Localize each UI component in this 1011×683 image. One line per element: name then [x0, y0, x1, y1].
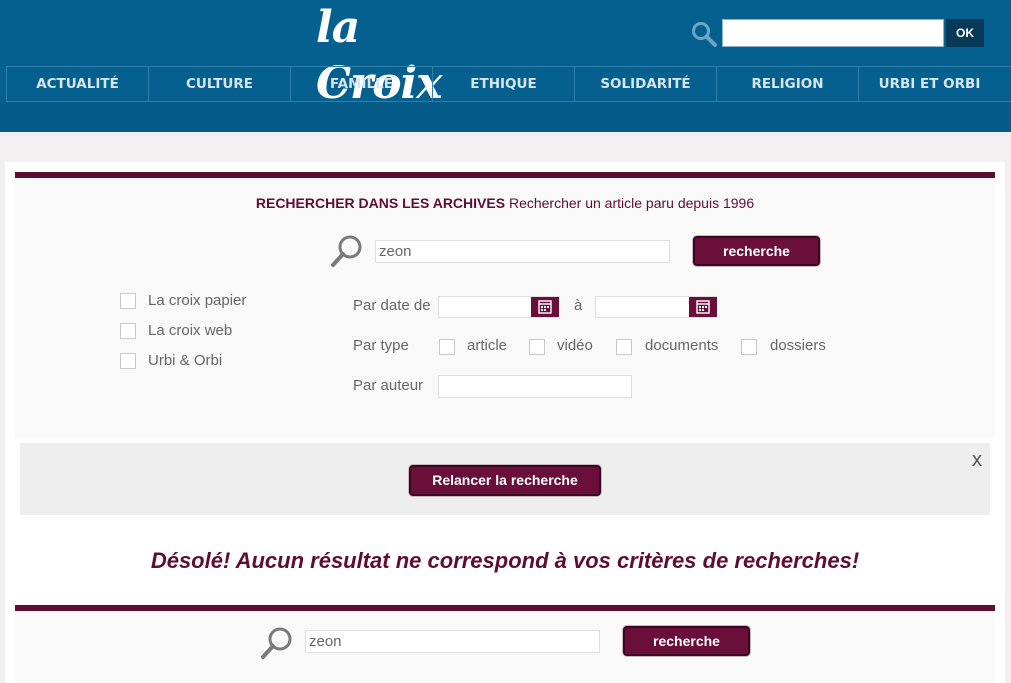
- nav-item-solidarite[interactable]: SOLIDARITÉ: [574, 67, 716, 101]
- date-to-label: à: [574, 297, 583, 314]
- type-label-documents: documents: [645, 337, 719, 354]
- relaunch-bar: Relancer la recherche x: [20, 443, 990, 515]
- author-filter-label: Par auteur: [353, 377, 424, 394]
- nav-item-ethique[interactable]: ETHIQUE: [432, 67, 574, 101]
- source-checkbox-urbi-orbi[interactable]: [120, 353, 136, 369]
- magnifier-icon: [261, 627, 292, 659]
- type-checkbox-documents[interactable]: [616, 339, 632, 355]
- header-search-ok-button[interactable]: OK: [946, 19, 984, 47]
- no-results-message: Désolé! Aucun résultat ne correspond à v…: [150, 548, 860, 573]
- type-label-article: article: [467, 337, 508, 354]
- source-checkbox-la-croix-web[interactable]: [120, 323, 136, 339]
- type-filter-label: Par type: [353, 337, 409, 354]
- calendar-icon-glyph: [538, 300, 552, 314]
- calendar-icon[interactable]: [689, 297, 717, 317]
- site-header: la Croix OK ACTUALITÉ CULTURE FAMILLE ET…: [0, 0, 1011, 132]
- archive-subtitle: Rechercher un article paru depuis 1996: [508, 195, 755, 211]
- type-checkbox-article[interactable]: [439, 339, 455, 355]
- search-icon[interactable]: [690, 20, 718, 48]
- archive-search-button[interactable]: recherche: [693, 236, 820, 266]
- bottom-search-panel: recherche: [15, 605, 995, 683]
- main-nav: ACTUALITÉ CULTURE FAMILLE ETHIQUE SOLIDA…: [6, 66, 1011, 102]
- calendar-icon[interactable]: [531, 297, 559, 317]
- archive-title: RECHERCHER DANS LES ARCHIVES: [255, 195, 506, 211]
- type-checkbox-dossiers[interactable]: [741, 339, 757, 355]
- source-label-la-croix-papier: La croix papier: [148, 292, 247, 309]
- archive-title-line: RECHERCHER DANS LES ARCHIVES Rechercher …: [15, 195, 995, 211]
- archive-search-panel: RECHERCHER DANS LES ARCHIVES Rechercher …: [15, 172, 995, 438]
- bottom-search-input[interactable]: [305, 630, 600, 653]
- magnifier-icon: [331, 235, 362, 267]
- date-filter-label: Par date de: [353, 297, 431, 314]
- nav-item-actualite[interactable]: ACTUALITÉ: [6, 67, 148, 101]
- author-input[interactable]: [438, 375, 632, 398]
- type-label-video: vidéo: [557, 337, 593, 354]
- relaunch-search-button[interactable]: Relancer la recherche: [409, 465, 601, 496]
- sub-nav-bar: [0, 102, 1011, 132]
- archive-search-input[interactable]: [375, 240, 670, 263]
- nav-item-famille[interactable]: FAMILLE: [290, 67, 432, 101]
- source-label-urbi-orbi: Urbi & Orbi: [148, 352, 223, 369]
- nav-item-culture[interactable]: CULTURE: [148, 67, 290, 101]
- close-icon[interactable]: x: [972, 449, 982, 472]
- source-label-la-croix-web: La croix web: [148, 322, 233, 339]
- bottom-search-button[interactable]: recherche: [623, 626, 750, 656]
- type-label-dossiers: dossiers: [770, 337, 826, 354]
- nav-item-religion[interactable]: RELIGION: [716, 67, 858, 101]
- type-checkbox-video[interactable]: [529, 339, 545, 355]
- main-content: RECHERCHER DANS LES ARCHIVES Rechercher …: [5, 162, 1005, 683]
- calendar-icon-glyph: [696, 300, 710, 314]
- header-search-input[interactable]: [722, 19, 944, 47]
- nav-item-urbi-et-orbi[interactable]: URBI ET ORBI: [858, 67, 1000, 101]
- source-checkbox-la-croix-papier[interactable]: [120, 293, 136, 309]
- site-logo[interactable]: la Croix: [316, 0, 496, 109]
